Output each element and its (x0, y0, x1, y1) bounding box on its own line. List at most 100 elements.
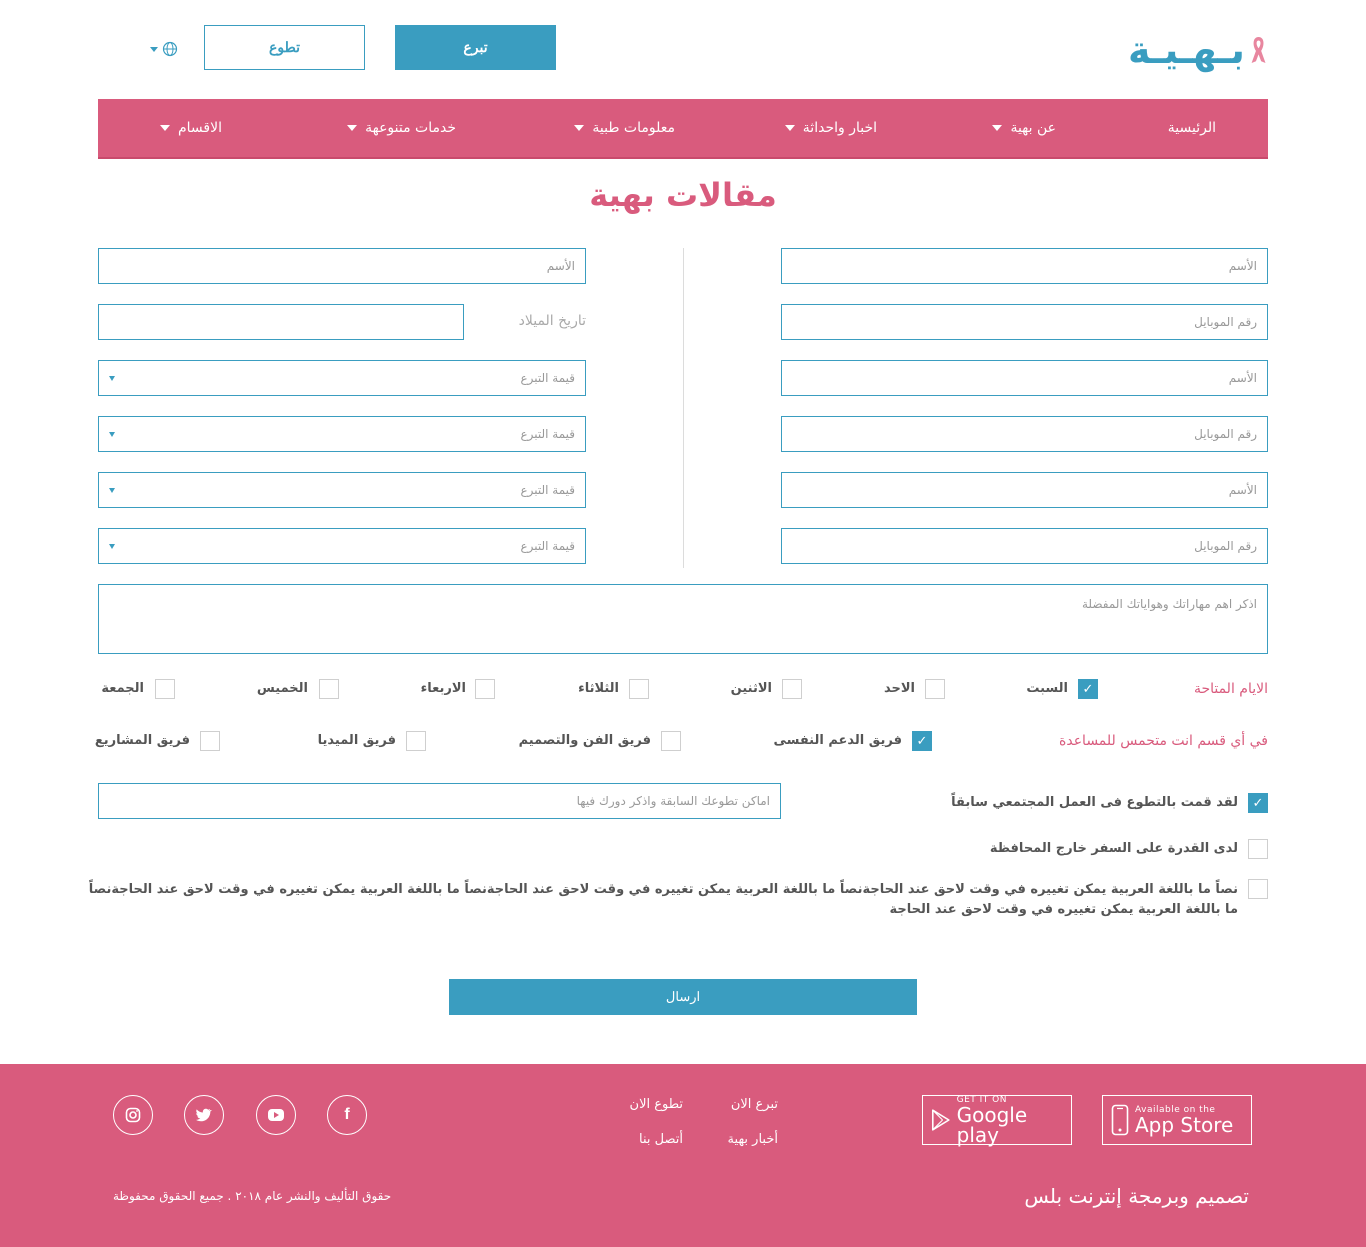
prev-volunteer-checkbox[interactable]: ✓ (1248, 793, 1268, 813)
site-logo[interactable]: بـهـيـة (1128, 22, 1268, 78)
mobile-field[interactable]: رقم الموبايل (781, 528, 1268, 564)
app-store-badge[interactable]: Available on the App Store (1102, 1095, 1252, 1145)
birth-date-field[interactable] (98, 304, 464, 340)
team-checkbox-projects[interactable] (200, 731, 220, 751)
available-days-label: الايام المتاحة (1193, 681, 1268, 697)
donation-amount-select[interactable]: قيمة التبرع (98, 360, 586, 396)
team-checkbox-media[interactable] (406, 731, 426, 751)
field-placeholder: اذكر اهم مهاراتك وهواياتك المفضلة (1081, 597, 1257, 611)
prev-volunteer-label: لقد قمت بالتطوع فى العمل المجتمعي سابقاً (951, 795, 1238, 810)
nav-item-label: عن بهية (1010, 120, 1056, 136)
field-placeholder: رقم الموبايل (1194, 539, 1257, 553)
day-checkbox-thu[interactable] (319, 679, 339, 699)
mobile-field[interactable]: رقم الموبايل (781, 416, 1268, 452)
column-divider (683, 248, 684, 568)
day-checkbox-sun[interactable] (925, 679, 945, 699)
play-store-icon (931, 1109, 950, 1131)
terms-text: نصاً ما باللغة العربية يمكن تغييره في وق… (89, 880, 1238, 920)
globe-icon (162, 41, 178, 57)
chevron-down-icon (992, 125, 1003, 131)
google-play-badge[interactable]: GET IT ON Google play (922, 1095, 1072, 1145)
check-icon: ✓ (1252, 795, 1264, 811)
nav-item-label: اخبار واحداثة (802, 120, 877, 136)
donation-amount-select[interactable]: قيمة التبرع (98, 528, 586, 564)
field-placeholder: رقم الموبايل (1194, 427, 1257, 441)
day-checkbox-wed[interactable] (475, 679, 495, 699)
name-field[interactable]: الأسم (781, 248, 1268, 284)
day-label: الاثنين (730, 681, 772, 696)
day-checkbox-sat[interactable]: ✓ (1078, 679, 1098, 699)
team-checkbox-art[interactable] (661, 731, 681, 751)
facebook-icon[interactable]: f (327, 1095, 367, 1135)
nav-item-medical[interactable]: معلومات طبية (574, 99, 675, 157)
main-nav: الرئيسية عن بهية اخبار واحداثة معلومات ط… (98, 99, 1268, 159)
footer: Available on the App Store GET IT ON Goo… (0, 1064, 1366, 1247)
travel-checkbox[interactable] (1248, 839, 1268, 859)
select-value: قيمة التبرع (520, 371, 575, 385)
footer-link-donate[interactable]: تبرع الان (731, 1097, 778, 1112)
check-icon: ✓ (916, 733, 928, 749)
chevron-down-icon (160, 125, 170, 131)
footer-link-contact[interactable]: أتصل بنا (639, 1132, 683, 1147)
day-checkbox-tue[interactable] (629, 679, 649, 699)
nav-item-services[interactable]: خدمات متنوعهة (347, 99, 456, 157)
travel-label: لدى القدرة على السفر خارج المحافظة (989, 841, 1238, 856)
chevron-down-icon (574, 125, 585, 131)
day-checkbox-mon[interactable] (782, 679, 802, 699)
nav-item-sections[interactable]: الاقسام (160, 99, 222, 157)
day-label: الخميس (256, 681, 308, 696)
chevron-down-icon (784, 125, 795, 131)
select-value: قيمة التبرع (520, 427, 575, 441)
app-store-text: Available on the App Store (1135, 1105, 1233, 1135)
language-selector[interactable] (150, 38, 186, 60)
page-title: مقالات بهية (589, 176, 777, 214)
day-label: السبت (1026, 681, 1068, 696)
name-field[interactable]: الأسم (781, 360, 1268, 396)
select-value: قيمة التبرع (520, 483, 575, 497)
nav-item-news[interactable]: اخبار واحداثة (784, 99, 877, 157)
donation-amount-select[interactable]: قيمة التبرع (98, 416, 586, 452)
day-label: الاحد (883, 681, 915, 696)
team-checkbox-support[interactable]: ✓ (912, 731, 932, 751)
name-field[interactable]: الأسم (98, 248, 586, 284)
donation-amount-select[interactable]: قيمة التبرع (98, 472, 586, 508)
field-placeholder: رقم الموبايل (1194, 315, 1257, 329)
field-placeholder: الأسم (1228, 259, 1257, 273)
youtube-icon[interactable] (256, 1095, 296, 1135)
app-store-big: App Store (1135, 1113, 1234, 1137)
team-label: فريق الميديا (317, 733, 396, 748)
birth-date-label: تاريخ الميلاد (518, 313, 586, 329)
terms-checkbox[interactable] (1248, 879, 1268, 899)
logo-text: بـهـيـة (1128, 28, 1245, 72)
day-label: الجمعة (101, 681, 144, 696)
chevron-down-icon (109, 543, 115, 549)
phone-icon (1111, 1104, 1129, 1136)
day-checkbox-fri[interactable] (155, 679, 175, 699)
mobile-field[interactable]: رقم الموبايل (781, 304, 1268, 340)
google-play-text: GET IT ON Google play (957, 1095, 1063, 1145)
developer-credit[interactable]: تصميم وبرمجة إنترنت بلس (1024, 1184, 1249, 1208)
credit-text: تصميم وبرمجة إنترنت بلس (1024, 1184, 1249, 1208)
copyright: حقوق التأليف والنشر عام ٢٠١٨ . جميع الحق… (113, 1189, 392, 1203)
team-label: فريق المشاريع (94, 733, 190, 748)
submit-button[interactable]: ارسال (449, 979, 917, 1015)
nav-item-about[interactable]: عن بهية (992, 99, 1056, 157)
chevron-down-icon (150, 46, 158, 52)
volunteer-button[interactable]: تطوع (204, 25, 365, 70)
footer-link-volunteer[interactable]: تطوع الان (630, 1097, 683, 1112)
nav-item-home[interactable]: الرئيسية (1168, 99, 1216, 157)
name-field[interactable]: الأسم (781, 472, 1268, 508)
donate-button[interactable]: تبرع (395, 25, 556, 70)
nav-item-label: خدمات متنوعهة (365, 120, 456, 136)
field-placeholder: الأسم (1228, 371, 1257, 385)
footer-link-news[interactable]: أخبار بهية (728, 1132, 778, 1147)
google-play-big: Google play (956, 1103, 1028, 1147)
field-placeholder: الأسم (1228, 483, 1257, 497)
terms-line: ما باللغة العربية يمكن تغييره في وقت لاح… (889, 902, 1238, 917)
twitter-icon[interactable] (184, 1095, 224, 1135)
instagram-icon[interactable] (113, 1095, 153, 1135)
nav-item-label: الرئيسية (1167, 120, 1216, 136)
teams-label: في أي قسم انت متحمس للمساعدة (1059, 733, 1268, 749)
previous-places-field[interactable]: اماكن تطوعك السابقة واذكر دورك فيها (98, 783, 781, 819)
skills-textarea[interactable]: اذكر اهم مهاراتك وهواياتك المفضلة (98, 584, 1268, 654)
